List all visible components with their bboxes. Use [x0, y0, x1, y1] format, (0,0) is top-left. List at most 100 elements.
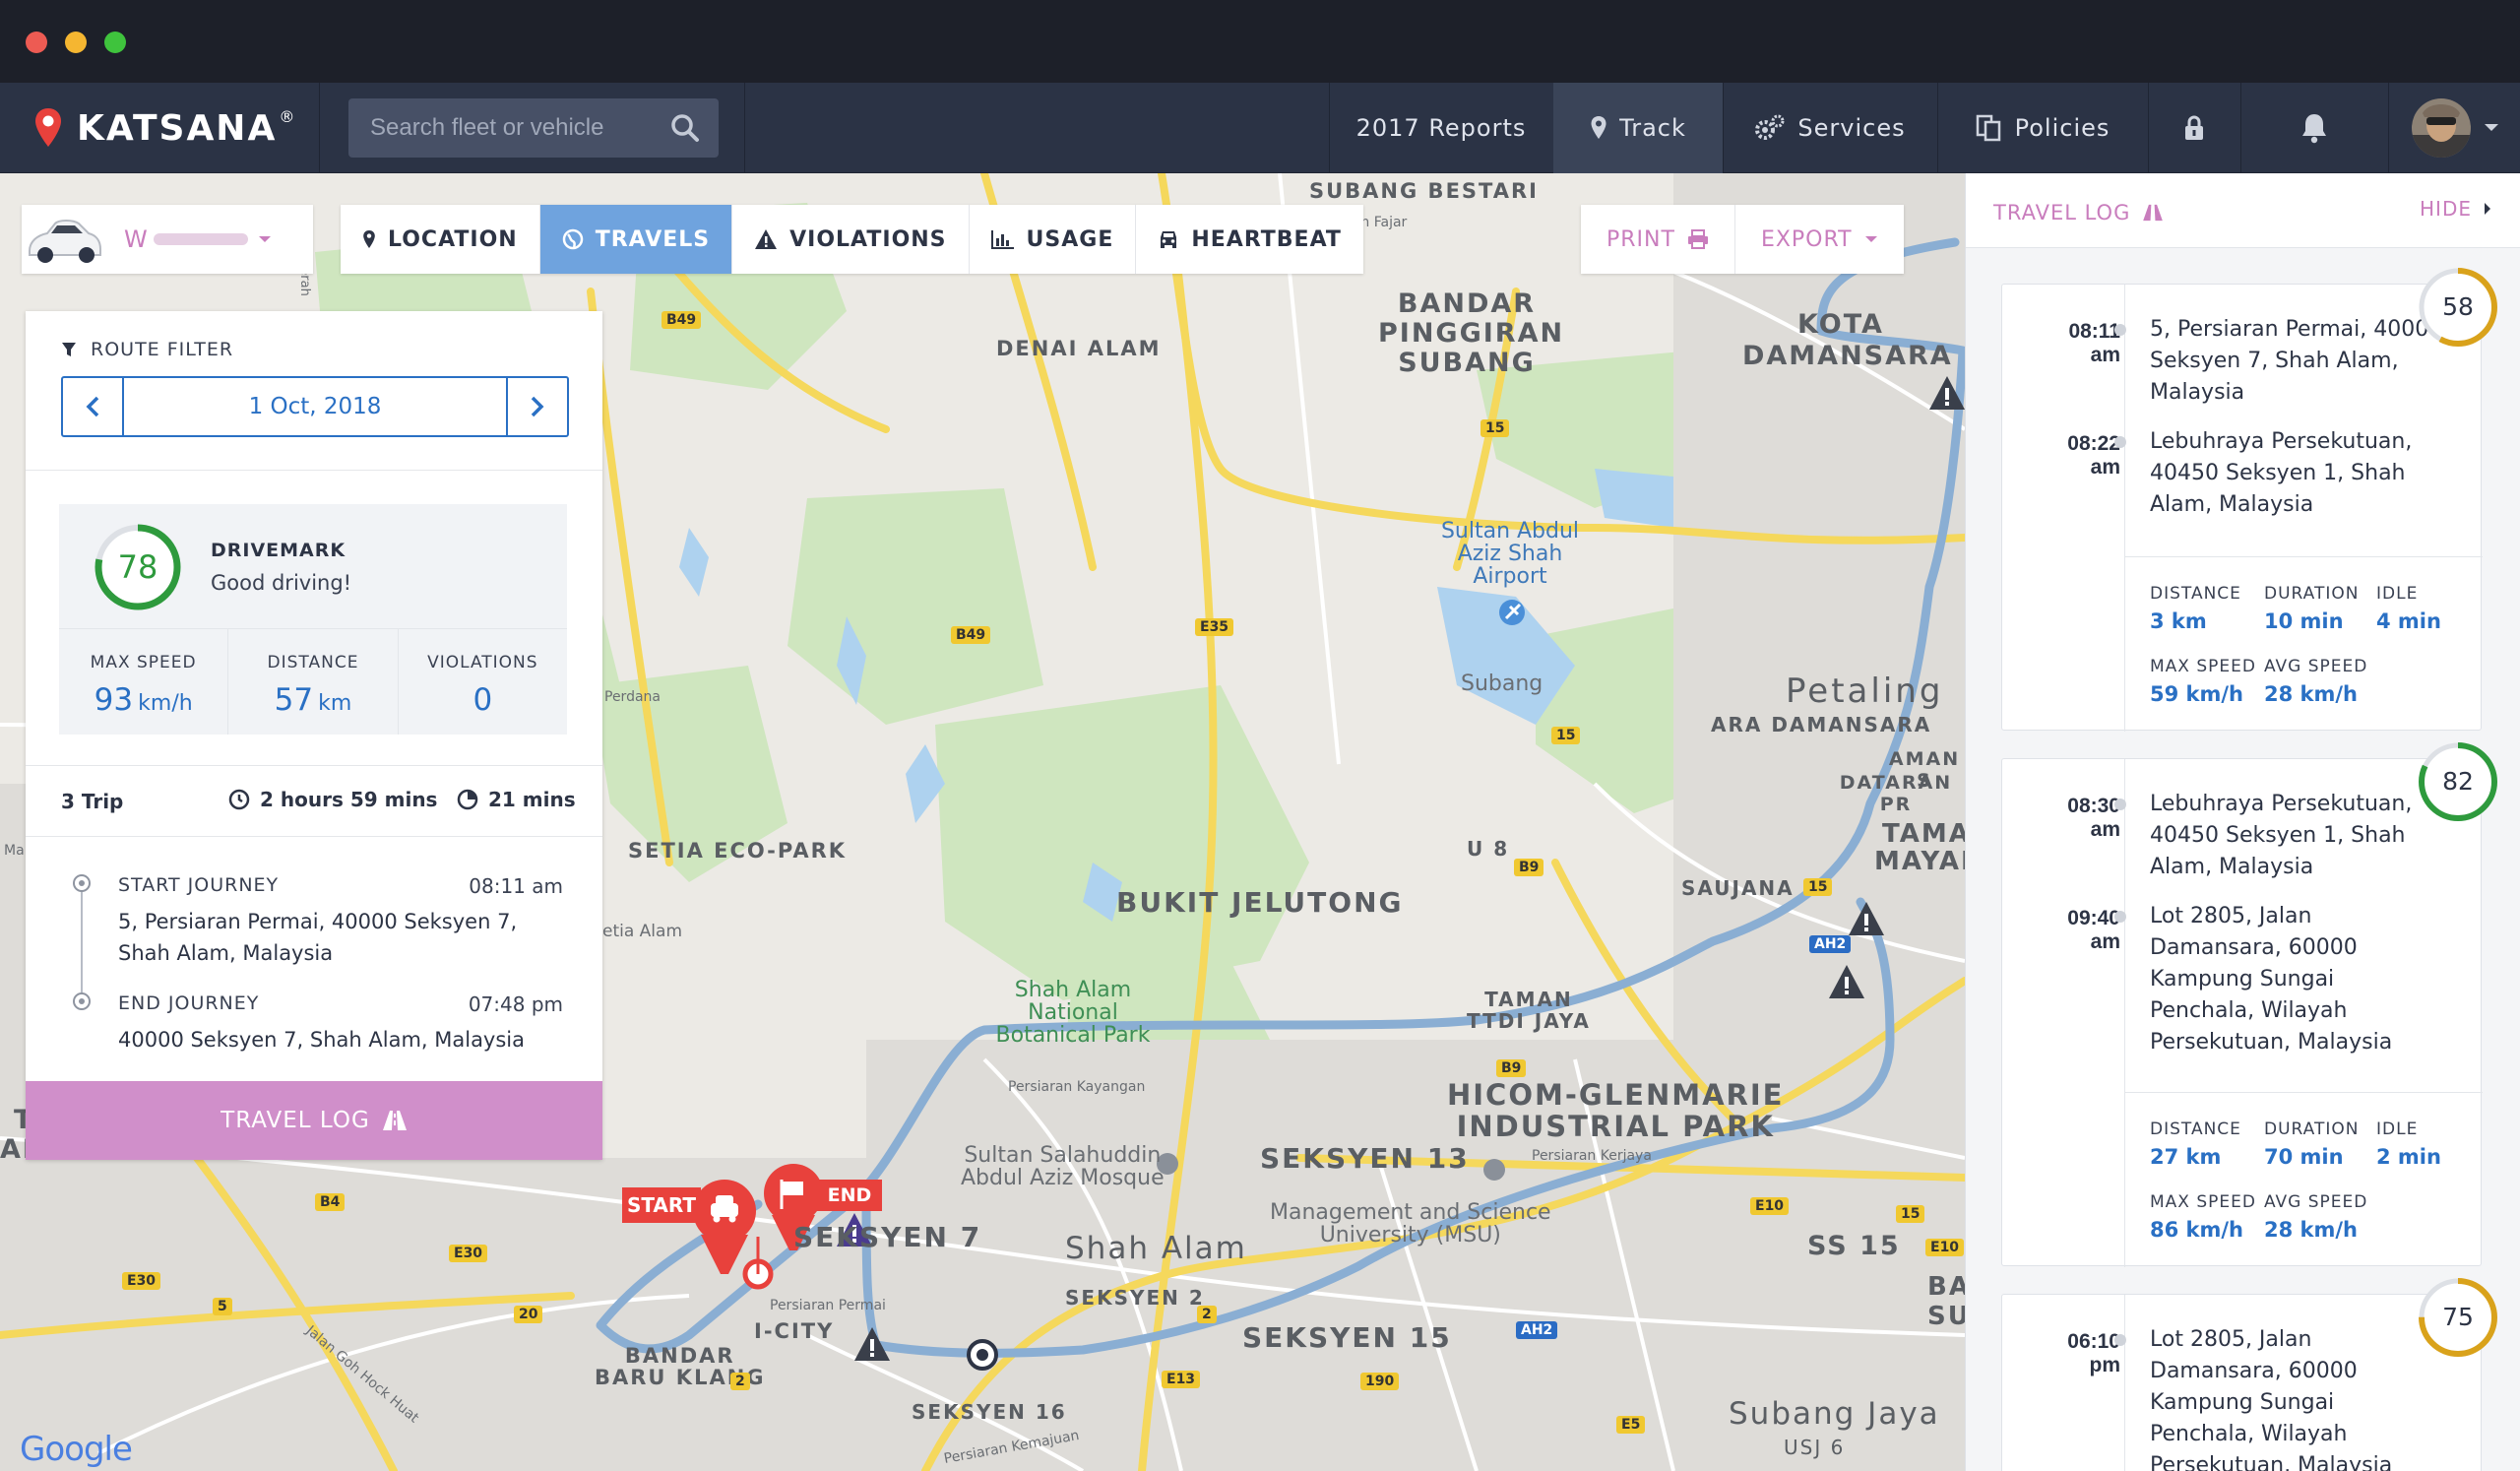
road-shield: E10 — [1925, 1239, 1965, 1256]
map-pin-icon — [1591, 116, 1606, 139]
distance-stat: DISTANCE 57 km — [228, 629, 399, 735]
car-front-icon — [1161, 231, 1177, 248]
stat-value: 28 km/h — [2264, 682, 2359, 706]
travel-log-button-label: TRAVEL LOG — [220, 1108, 370, 1133]
next-date-button[interactable] — [506, 378, 567, 435]
export-button[interactable]: EXPORT — [1735, 205, 1904, 274]
gears-icon — [1755, 114, 1785, 140]
map-label: BANDAR PINGGIRAN SUBANG — [1378, 288, 1565, 378]
map-label: USJ 6 — [1784, 1436, 1846, 1459]
card-divider — [2124, 285, 2125, 732]
map-label: Management and Science University (MSU) — [1270, 1200, 1551, 1247]
violations-stat: VIOLATIONS 0 — [399, 629, 567, 735]
search-box — [348, 98, 719, 158]
caret-right-icon — [2485, 203, 2490, 215]
map-label: TAMAN TTDI JAYA — [1467, 988, 1591, 1033]
distance-unit: km — [318, 691, 352, 716]
prev-date-button[interactable] — [63, 378, 124, 435]
nav-secure-button[interactable] — [2149, 83, 2239, 173]
start-journey-time: 08:11 am — [469, 874, 563, 898]
end-marker-label[interactable]: END — [817, 1180, 882, 1211]
notifications-button[interactable] — [2241, 83, 2387, 173]
vehicle-selector[interactable]: W — [22, 205, 313, 274]
brand-logo[interactable]: KATSANA ® — [33, 83, 296, 173]
nav-reports[interactable]: 2017 Reports — [1330, 83, 1552, 173]
total-idle-value: 21 mins — [488, 788, 576, 811]
tab-heartbeat[interactable]: HEARTBEAT — [1136, 205, 1363, 274]
route-filter-title: ROUTE FILTER — [91, 339, 234, 360]
print-button[interactable]: PRINT — [1581, 205, 1735, 274]
stats-divider — [2124, 1092, 2483, 1093]
road-shield: 15 — [1480, 419, 1510, 437]
globe-icon — [562, 228, 583, 250]
tab-travels[interactable]: TRAVELS — [539, 205, 733, 274]
tab-heartbeat-label: HEARTBEAT — [1191, 226, 1342, 252]
road-shield: B49 — [662, 311, 702, 329]
tab-violations-label: VIOLATIONS — [789, 226, 947, 252]
trip-card[interactable]: 08:30 am Lebuhraya Persekutuan, 40450 Sek… — [2001, 758, 2483, 1267]
window-close-button[interactable] — [26, 32, 47, 53]
search-input[interactable] — [370, 114, 656, 142]
bar-chart-icon — [990, 230, 1014, 249]
travel-log-title-label: TRAVEL LOG — [1993, 201, 2131, 224]
stop-bullet — [2114, 1334, 2126, 1346]
tab-violations[interactable]: VIOLATIONS — [732, 205, 970, 274]
stat-value: 27 km — [2150, 1145, 2222, 1169]
airport-icon[interactable] — [1499, 600, 1525, 625]
map-canvas[interactable]: START END SUBANG BESTARI Persiaran Fajar… — [0, 173, 1965, 1471]
nav-services[interactable]: Services — [1724, 83, 1936, 173]
trip-card[interactable]: 08:11 am 5, Persiaran Permai, 40000 Seksy… — [2001, 284, 2483, 732]
drivemark-card: 78 DRIVEMARK Good driving! MAX SPEED 93 … — [59, 504, 567, 735]
map-label: HICOM-GLENMARIE INDUSTRIAL PARK — [1447, 1078, 1785, 1143]
map-label: MAYAI — [1874, 847, 1965, 876]
stat-label: DURATION — [2264, 1119, 2360, 1139]
map-label: DATARAN PR — [1839, 772, 1953, 815]
map-label: KOTA DAMANSARA — [1742, 309, 1953, 371]
map-label: Subang Jaya — [1729, 1396, 1940, 1432]
map-label: SEKSYEN 2 — [1065, 1286, 1205, 1310]
search-icon[interactable] — [669, 112, 701, 144]
map-label: Persiaran Kerjaya — [1532, 1148, 1652, 1164]
selected-date[interactable]: 1 Oct, 2018 — [124, 378, 506, 435]
road-shield: 15 — [1896, 1205, 1925, 1223]
hide-panel-button[interactable]: HIDE — [2420, 197, 2491, 221]
map-label: BA — [1927, 1272, 1965, 1302]
drivemark-title: DRIVEMARK — [211, 540, 346, 561]
current-position-marker[interactable] — [967, 1339, 998, 1371]
google-logo[interactable]: Google — [20, 1430, 133, 1469]
export-label: EXPORT — [1760, 226, 1853, 252]
route-filter: ROUTE FILTER 1 Oct, 2018 — [26, 311, 602, 471]
travel-log-button[interactable]: TRAVEL LOG — [26, 1081, 602, 1160]
redacted-plate — [153, 233, 248, 245]
road-shield: B4 — [315, 1193, 346, 1211]
map-label: SU — [1927, 1302, 1965, 1331]
drivemark-section: 78 DRIVEMARK Good driving! MAX SPEED 93 … — [26, 471, 602, 766]
nav-policies[interactable]: Policies — [1938, 83, 2147, 173]
trip-card[interactable]: 06:10 pm Lot 2805, Jalan Damansara, 60000… — [2001, 1294, 2482, 1471]
map-pin-icon — [363, 230, 375, 248]
start-marker-label[interactable]: START — [622, 1187, 701, 1223]
journey-summary: START JOURNEY 08:11 am 5, Persiaran Perm… — [26, 837, 602, 1081]
map-label: SAUJANA — [1681, 876, 1795, 900]
map-label: SEKSYEN 7 — [793, 1221, 982, 1253]
max-speed-unit: km/h — [138, 691, 193, 716]
stop-bullet — [2114, 436, 2126, 448]
user-menu[interactable] — [2389, 83, 2520, 173]
tab-usage[interactable]: USAGE — [970, 205, 1137, 274]
vehicle-plate: W — [124, 225, 148, 253]
start-journey-label: START JOURNEY — [118, 874, 280, 896]
stop-time: 06:10 pm — [2067, 1330, 2120, 1376]
road-shield: 190 — [1360, 1373, 1400, 1390]
map-label: Ma — [4, 843, 25, 859]
nav-track[interactable]: Track — [1553, 83, 1723, 173]
window-maximize-button[interactable] — [104, 32, 126, 53]
stop-time: 08:30 am — [2067, 795, 2120, 841]
stats-divider — [2124, 556, 2483, 557]
window-minimize-button[interactable] — [65, 32, 87, 53]
end-dot — [73, 992, 91, 1010]
tab-location[interactable]: LOCATION — [341, 205, 540, 274]
map-label: U 8 — [1467, 837, 1510, 861]
route-filter-header: ROUTE FILTER — [61, 339, 233, 360]
chevron-right-icon — [531, 396, 544, 417]
brand-name: KATSANA — [77, 107, 278, 149]
